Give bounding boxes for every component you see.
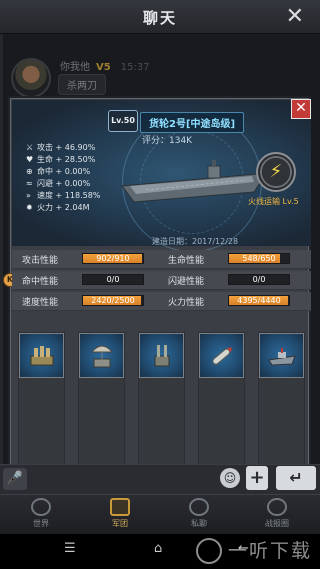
stat-value: 0/0 bbox=[106, 275, 120, 284]
nav-tab-legion[interactable]: 军团 bbox=[95, 498, 145, 529]
nav-tab-private-chat[interactable]: 私聊 bbox=[174, 498, 224, 529]
watermark-text: 一听下载 bbox=[228, 540, 313, 562]
bonus-list: ⚔ 攻击 + 46.90% ♥ 生命 + 28.50% ⊕ 命中 + 0.00% ≈ 闪… bbox=[26, 142, 100, 214]
plus-button[interactable]: + bbox=[246, 466, 268, 490]
equipment-slot-cannon[interactable] bbox=[19, 333, 64, 378]
stats-panel: 攻击性能 902/910 生命性能 548/650 命中性能 0/0 闪避性能 … bbox=[12, 250, 311, 326]
stat-row: 命中性能 0/0 闪避性能 0/0 bbox=[12, 271, 311, 290]
equipment-column bbox=[138, 332, 185, 472]
emoji-button[interactable]: ☺ bbox=[220, 468, 240, 488]
bonus-speed: » 速度 + 118.58% bbox=[26, 191, 101, 200]
stat-bar: 4395/4440 bbox=[228, 295, 290, 306]
bonus-attack: ⚔ 攻击 + 46.90% bbox=[26, 143, 96, 152]
watermark-logo bbox=[196, 538, 222, 564]
stat-value: 4395/4440 bbox=[237, 296, 281, 305]
equipment-slot-radar[interactable] bbox=[79, 333, 124, 378]
speed-icon: » bbox=[26, 191, 31, 200]
stat-label: 命中性能 bbox=[22, 277, 59, 287]
ship-rating: 评分：134K bbox=[142, 136, 193, 146]
bonus-dodge: ≈ 闪避 + 0.00% bbox=[26, 179, 91, 188]
stat-label: 闪避性能 bbox=[168, 277, 205, 287]
nav-label: 私聊 bbox=[191, 519, 207, 528]
ship-showcase: Lv.50 货轮2号[中途岛级] 评分：134K 建造日期：2017/12/28… bbox=[12, 100, 311, 252]
private-chat-icon bbox=[189, 498, 209, 516]
stat-row: 攻击性能 902/910 生命性能 548/650 bbox=[12, 250, 311, 269]
crosshair-icon: ⊕ bbox=[26, 167, 33, 176]
bonus-accuracy: ⊕ 命中 + 0.00% bbox=[26, 167, 91, 176]
stat-label: 生命性能 bbox=[168, 256, 205, 266]
stat-value: 2420/2500 bbox=[91, 296, 135, 305]
radar-icon bbox=[90, 345, 114, 368]
equipment-column bbox=[78, 332, 125, 472]
firepower-icon: ✹ bbox=[26, 203, 33, 212]
aa-gun-icon bbox=[154, 345, 170, 367]
cannon-icon bbox=[30, 346, 54, 366]
ship-name: 货轮2号[中途岛级] bbox=[140, 112, 245, 133]
nav-label: 世界 bbox=[33, 519, 49, 528]
stat-value: 0/0 bbox=[252, 275, 266, 284]
ship-detail-dialog: Lv.50 货轮2号[中途岛级] 评分：134K 建造日期：2017/12/28… bbox=[3, 96, 311, 480]
skill-name: 火线运输 Lv.5 bbox=[248, 197, 299, 206]
battle-report-icon bbox=[267, 498, 287, 516]
bonus-firepower: ✹ 火力 + 2.04M bbox=[26, 203, 90, 212]
equipment-column bbox=[198, 332, 245, 472]
stat-bar: 902/910 bbox=[82, 253, 144, 264]
equipment-column bbox=[258, 332, 305, 472]
sword-icon: ⚔ bbox=[26, 143, 34, 152]
stat-bar: 0/0 bbox=[82, 274, 144, 285]
stat-value: 548/650 bbox=[242, 254, 276, 263]
stat-bar: 0/0 bbox=[228, 274, 290, 285]
nav-tab-battle-report[interactable]: 战报圈 bbox=[252, 498, 302, 529]
voice-button[interactable]: 🎤 bbox=[3, 468, 27, 490]
stat-label: 攻击性能 bbox=[22, 256, 59, 266]
stat-label: 速度性能 bbox=[22, 298, 59, 308]
chat-close-icon[interactable]: ✕ bbox=[286, 4, 304, 29]
send-button[interactable]: ↵ bbox=[276, 466, 316, 490]
chat-title: 聊天 bbox=[142, 9, 177, 27]
dialog-close-button[interactable]: ✕ bbox=[291, 99, 311, 119]
build-date: 建造日期：2017/12/28 bbox=[152, 237, 239, 246]
ship-level-badge: Lv.50 bbox=[108, 110, 138, 132]
stat-bar: 2420/2500 bbox=[82, 295, 144, 306]
lightning-icon[interactable]: ⚡ bbox=[256, 152, 296, 192]
stat-row: 速度性能 2420/2500 火力性能 4395/4440 bbox=[12, 292, 311, 311]
equipment-slot-aa-gun[interactable] bbox=[139, 333, 184, 378]
ship-image bbox=[121, 160, 263, 203]
torpedo-icon bbox=[212, 347, 232, 365]
chat-input-bar bbox=[0, 464, 320, 494]
legion-icon bbox=[110, 498, 130, 516]
equipment-slot-torpedo[interactable] bbox=[199, 333, 244, 378]
nav-label: 军团 bbox=[112, 519, 128, 528]
equipment-column bbox=[18, 332, 65, 472]
stat-value: 902/910 bbox=[96, 254, 130, 263]
equipment-grid bbox=[18, 332, 305, 472]
equipment-slot-battleship[interactable] bbox=[259, 333, 304, 378]
heart-icon: ♥ bbox=[26, 155, 34, 164]
nav-label: 战报圈 bbox=[265, 519, 289, 528]
stat-bar: 548/650 bbox=[228, 253, 290, 264]
dodge-icon: ≈ bbox=[26, 179, 33, 188]
home-icon[interactable]: ⌂ bbox=[154, 541, 162, 556]
bonus-hp: ♥ 生命 + 28.50% bbox=[26, 155, 96, 164]
battleship-icon bbox=[268, 348, 296, 366]
stat-label: 火力性能 bbox=[168, 298, 205, 308]
globe-icon bbox=[31, 498, 51, 516]
menu-icon[interactable]: ☰ bbox=[64, 541, 76, 556]
nav-tab-world[interactable]: 世界 bbox=[16, 498, 66, 529]
chat-header: 聊天 ✕ bbox=[0, 0, 320, 34]
